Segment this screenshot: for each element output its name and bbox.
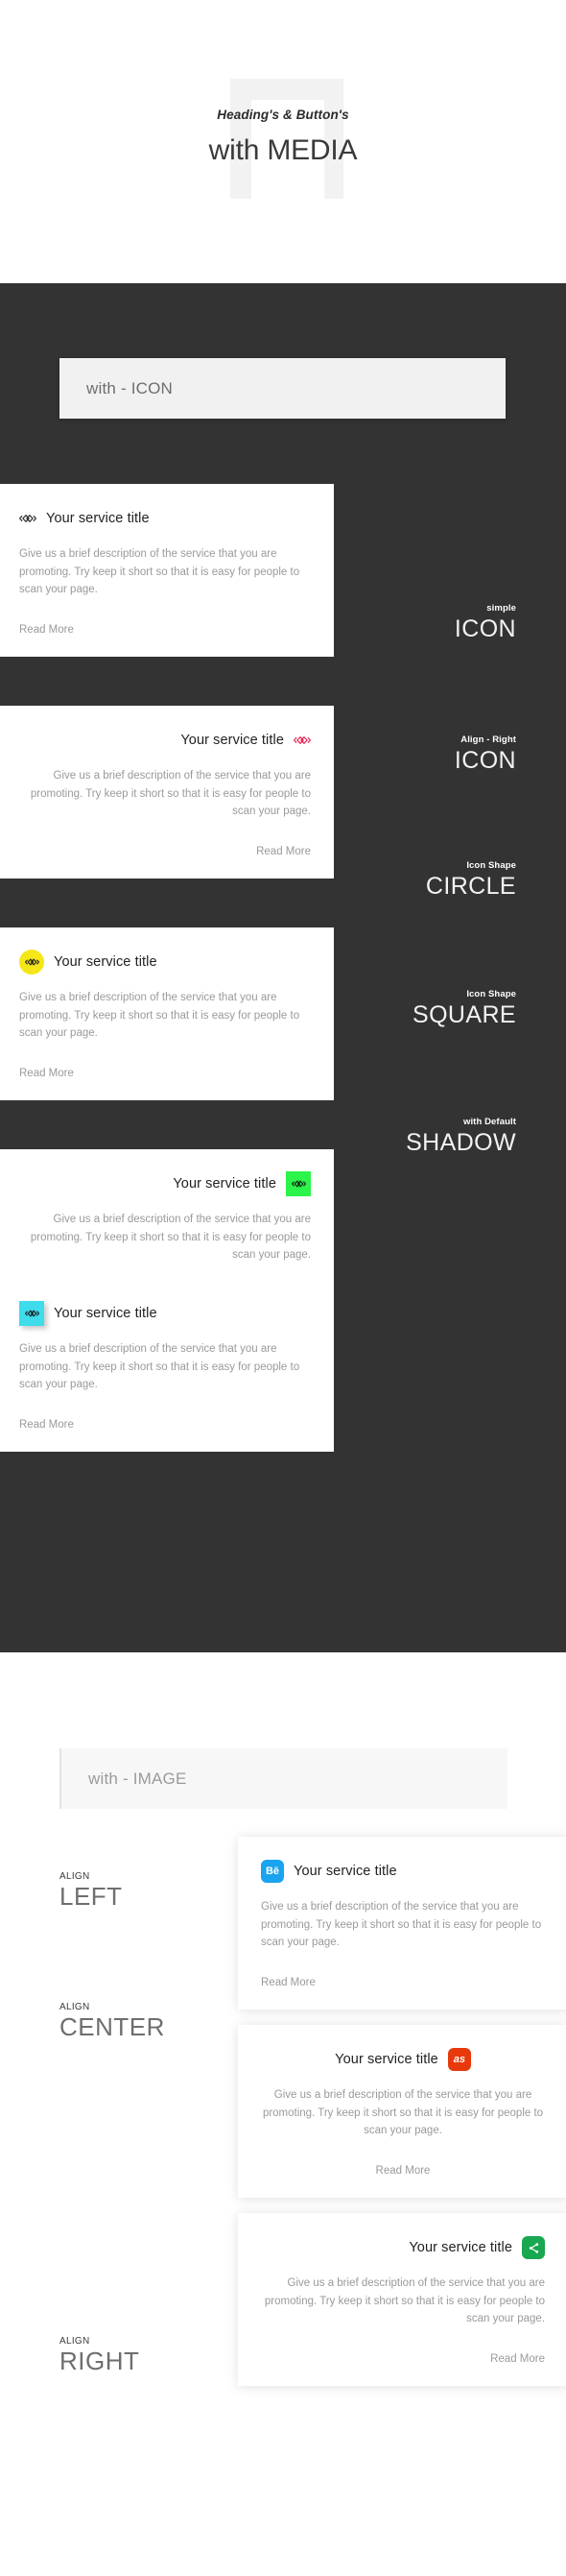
icon-section-banner: with - ICON bbox=[59, 358, 506, 419]
card-title-row: Bē Your service title bbox=[261, 1858, 545, 1885]
caption-big: CENTER bbox=[59, 2012, 165, 2041]
card-title-row: Your service title bbox=[19, 1170, 311, 1197]
card-description: Give us a brief description of the servi… bbox=[19, 548, 300, 596]
card-description: Give us a brief description of the servi… bbox=[30, 770, 311, 818]
code-diamond-icon bbox=[19, 1301, 44, 1326]
card-title: Your service title bbox=[294, 1864, 397, 1879]
caption-small: with Default bbox=[462, 1117, 516, 1127]
card-title: Your service title bbox=[335, 2052, 438, 2067]
card-title-row: Your service title bbox=[19, 1300, 311, 1327]
read-more-link[interactable]: Read More bbox=[261, 1977, 316, 1988]
card-title: Your service title bbox=[54, 1306, 157, 1321]
caption-big: CIRCLE bbox=[425, 873, 516, 901]
card-title-row: Your service title bbox=[261, 2234, 545, 2261]
caption-small: simple bbox=[486, 603, 516, 614]
caption-shadow: with Default SHADOW bbox=[276, 1117, 516, 1157]
card-title: Your service title bbox=[173, 1176, 276, 1192]
card-title: Your service title bbox=[409, 2240, 512, 2255]
caption-small: Align - Right bbox=[460, 734, 516, 745]
caption-big: SQUARE bbox=[413, 1001, 516, 1029]
behance-icon-glyph: Bē bbox=[265, 1866, 280, 1877]
read-more-link[interactable]: Read More bbox=[490, 2353, 545, 2365]
code-diamond-icon bbox=[286, 1171, 311, 1196]
card-description: Give us a brief description of the servi… bbox=[264, 2277, 545, 2325]
read-more-link[interactable]: Read More bbox=[19, 1419, 74, 1431]
caption-align-center: ALIGN CENTER bbox=[59, 2002, 232, 2040]
card-title-row: Your service title bbox=[19, 949, 311, 975]
caption-small: Icon Shape bbox=[466, 860, 516, 871]
icon-section-banner-label: with - ICON bbox=[86, 378, 174, 397]
caption-big: SHADOW bbox=[406, 1129, 516, 1157]
caption-small: Icon Shape bbox=[466, 989, 516, 999]
caption-align-right: Align - Right ICON bbox=[276, 734, 516, 775]
card-description: Give us a brief description of the servi… bbox=[19, 1343, 300, 1391]
image-card-center[interactable]: Your service title as Give us a brief de… bbox=[238, 2025, 566, 2198]
lastfm-icon-glyph: as bbox=[453, 2054, 465, 2065]
page-header: Heading's & Button's with MEDIA bbox=[0, 0, 566, 283]
behance-icon: Bē bbox=[261, 1860, 284, 1883]
caption-circle: Icon Shape CIRCLE bbox=[276, 860, 516, 901]
card-title-row: Your service title as bbox=[261, 2046, 545, 2073]
caption-align-left: ALIGN LEFT bbox=[59, 1871, 232, 1910]
card-description: Give us a brief description of the servi… bbox=[262, 2089, 544, 2137]
image-section: with - IMAGE Bē Your service title Give … bbox=[0, 1652, 566, 2576]
code-diamond-icon bbox=[19, 950, 44, 975]
caption-big: ICON bbox=[454, 747, 516, 775]
image-card-left[interactable]: Bē Your service title Give us a brief de… bbox=[238, 1837, 566, 2010]
read-more-link[interactable]: Read More bbox=[376, 2165, 431, 2177]
read-more-link[interactable]: Read More bbox=[256, 846, 311, 857]
caption-big: ICON bbox=[454, 615, 516, 643]
page-kicker: Heading's & Button's bbox=[217, 108, 349, 122]
lastfm-icon: as bbox=[447, 2048, 471, 2071]
icon-card-align-right[interactable]: Your service title Give us a brief descr… bbox=[0, 706, 334, 879]
read-more-link[interactable]: Read More bbox=[19, 624, 74, 636]
card-title: Your service title bbox=[54, 954, 157, 970]
image-section-banner-label: with - IMAGE bbox=[88, 1769, 187, 1788]
code-diamond-icon bbox=[19, 510, 36, 527]
read-more-link[interactable]: Read More bbox=[19, 1068, 74, 1079]
caption-small: ALIGN bbox=[59, 2336, 90, 2347]
caption-small: ALIGN bbox=[59, 1871, 90, 1882]
image-section-banner: with - IMAGE bbox=[59, 1748, 507, 1809]
card-title-row: Your service title bbox=[19, 505, 311, 532]
caption-big: LEFT bbox=[59, 1882, 123, 1911]
icon-section: with - ICON Your service title Give us a… bbox=[0, 283, 566, 1652]
icon-card-shadow[interactable]: Your service title Give us a brief descr… bbox=[0, 1279, 334, 1452]
caption-small: ALIGN bbox=[59, 2002, 90, 2012]
card-title: Your service title bbox=[46, 511, 150, 526]
caption-align-right: ALIGN RIGHT bbox=[59, 2336, 232, 2374]
card-description: Give us a brief description of the servi… bbox=[30, 1214, 311, 1262]
card-description: Give us a brief description of the servi… bbox=[261, 1901, 542, 1949]
card-title-row: Your service title bbox=[19, 727, 311, 754]
page-title: with MEDIA bbox=[208, 134, 358, 166]
card-description: Give us a brief description of the servi… bbox=[19, 992, 300, 1040]
caption-simple-icon: simple ICON bbox=[276, 603, 516, 643]
caption-square: Icon Shape SQUARE bbox=[276, 989, 516, 1029]
image-card-right[interactable]: Your service title Give us a brief descr… bbox=[238, 2213, 566, 2386]
caption-big: RIGHT bbox=[59, 2347, 140, 2375]
share-icon bbox=[522, 2236, 545, 2259]
card-title: Your service title bbox=[180, 733, 284, 748]
